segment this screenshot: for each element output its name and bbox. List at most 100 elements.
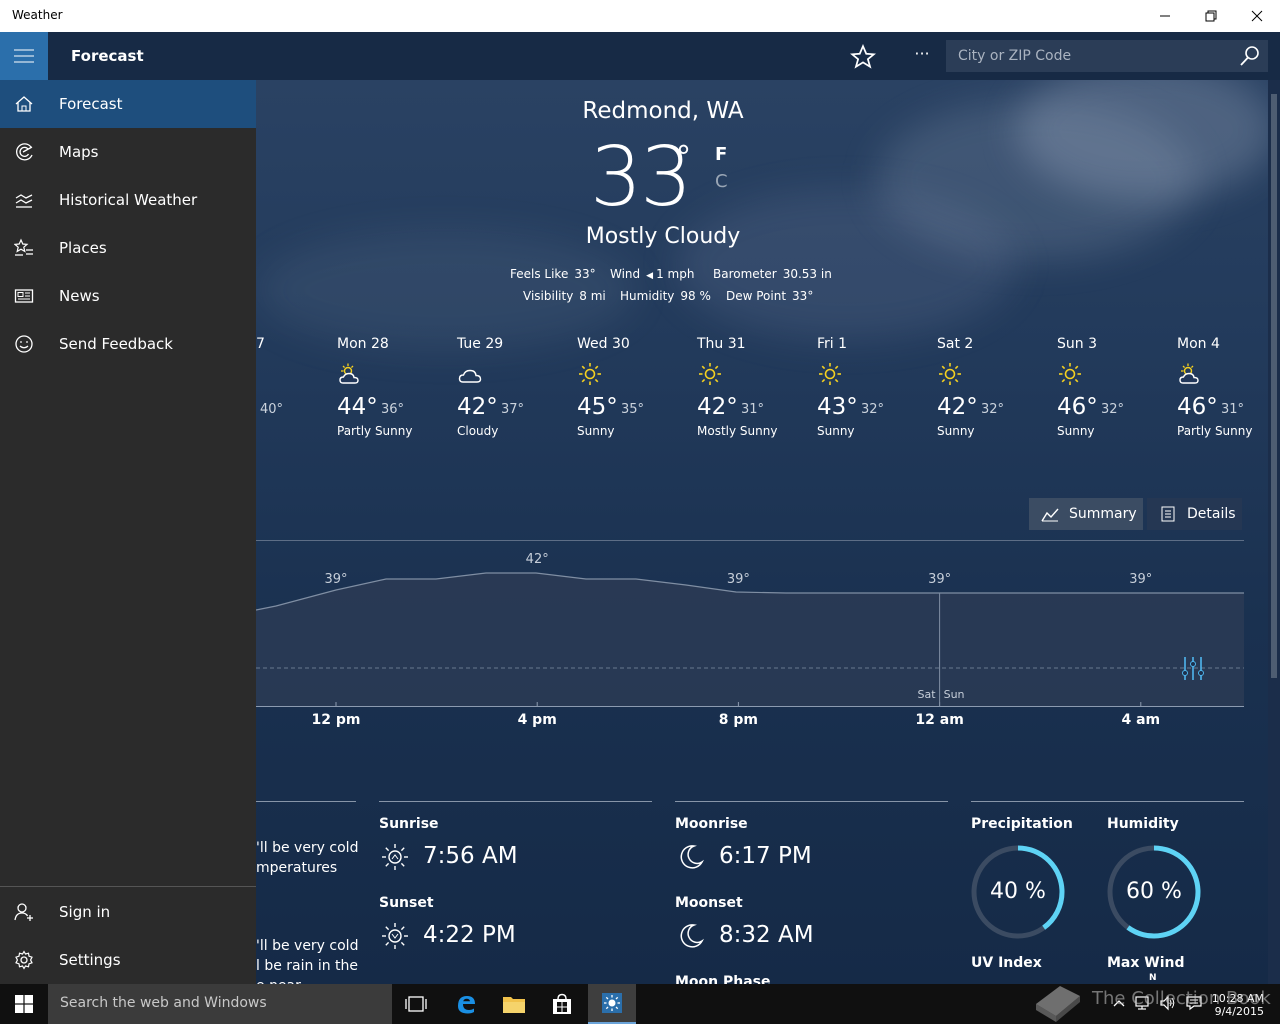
dew-point: Dew Point 33° [726,289,814,303]
hourly-temperature-chart[interactable]: 39° 42° 39° 39° 39° Sat Sun [256,540,1244,708]
forecast-day[interactable]: Wed 30 45° 35° Sunny [577,336,697,438]
degree-symbol: ° [676,140,691,175]
nav-item-historical-weather[interactable]: Historical Weather [0,176,256,224]
hour-label: 12 pm [311,712,361,728]
store-button[interactable] [538,984,586,1024]
search-icon[interactable] [1238,44,1262,68]
sunny-icon [699,363,721,385]
task-view-icon [405,996,427,1012]
nav-item-sign-in[interactable]: Sign in [0,888,256,936]
favorite-star-icon[interactable] [850,44,876,70]
summary-button[interactable]: Summary [1029,498,1143,530]
file-explorer-button[interactable] [490,984,538,1024]
close-button[interactable] [1234,0,1280,32]
forecast-day[interactable]: Thu 31 42° 31° Mostly Sunny [697,336,817,438]
details-button[interactable]: Details [1147,498,1242,530]
hour-label: 4 am [1121,712,1161,728]
nav-item-news[interactable]: News [0,272,256,320]
humidity-label: Humidity [1107,816,1179,832]
max-wind-label: Max Wind [1107,955,1185,971]
forecast-day[interactable]: Mon 4 46° 31° Partly Sunny [1177,336,1280,438]
nav-item-maps[interactable]: Maps [0,128,256,176]
moon-icon [680,924,705,948]
windows-logo-icon [15,995,33,1013]
restore-button[interactable] [1188,0,1234,32]
forecast-high: 42° [457,394,498,420]
app-bar: Forecast ··· City or ZIP Code [0,32,1280,80]
forecast-day[interactable]: Mon 28 44° 36° Partly Sunny [337,336,457,438]
wind: Wind ◀ 1 mph [610,267,695,281]
minimize-button[interactable] [1142,0,1188,32]
forecast-condition: Partly Sunny [337,424,413,438]
forecast-day-name: Wed 30 [577,336,630,352]
sunny-icon [939,363,961,385]
day-split-label: Sat [918,688,937,701]
edge-browser-icon [458,996,475,1014]
max-wind-direction: N [1149,973,1157,983]
nav-item-places[interactable]: Places [0,224,256,272]
forecast-day-name: Sun 3 [1057,336,1097,352]
task-view-button[interactable] [392,984,440,1024]
forecast-high: 46° [1177,394,1218,420]
home-icon [15,96,33,112]
forecast-day[interactable]: Fri 1 43° 32° Sunny [817,336,937,438]
weather-sun-icon [602,993,622,1013]
historical-chart-icon [15,194,33,208]
divider [971,801,1244,802]
forecast-high: 43° [817,394,858,420]
hamburger-icon [14,49,34,63]
forecast-day[interactable]: Sat 2 42° 32° Sunny [937,336,1057,438]
day-split-label: Sun [944,688,965,701]
sunrise-time: 7:56 AM [423,843,518,869]
more-options-button[interactable]: ··· [908,44,936,68]
store-bag-icon [553,993,571,1014]
forecast-low: 31° [1221,402,1245,417]
minimize-icon [1160,15,1170,17]
person-add-icon [14,903,33,921]
divider [379,801,652,802]
close-icon [1251,10,1263,22]
forecast-condition: Mostly Sunny [697,424,778,438]
moon-phase-label: Moon Phase [675,974,771,984]
sunny-icon [579,363,601,385]
forecast-condition: Sunny [577,424,615,438]
smiley-feedback-icon [15,335,33,353]
title-bar: Weather [0,0,1280,32]
forecast-high: 45° [577,394,618,420]
search-input[interactable]: City or ZIP Code [958,48,1071,64]
scrollbar-thumb[interactable] [1271,94,1277,678]
forecast-low: 32° [1101,402,1125,417]
forecast-day[interactable]: Sun 3 46° 32° Sunny [1057,336,1177,438]
unit-fahrenheit-toggle[interactable]: F [715,144,727,165]
forecast-day[interactable]: Tue 29 42° 37° Cloudy [457,336,577,438]
forecast-summary-text: 'll be very cold mperatures [256,840,359,876]
forecast-low: 35° [621,402,645,417]
nav-item-send-feedback[interactable]: Send Feedback [0,320,256,368]
hourly-temp-label: 39° [1129,572,1152,587]
sunny-icon [1059,363,1081,385]
scrollbar[interactable] [1268,80,1280,984]
start-button[interactable] [0,984,48,1024]
divider [256,801,356,802]
sunrise-label: Sunrise [379,816,439,832]
sunset-time: 4:22 PM [423,922,516,948]
hamburger-button[interactable] [0,32,48,80]
forecast-day-name: Tue 29 [457,336,504,352]
restore-icon [1205,10,1217,22]
location-name: Redmond, WA [582,98,744,124]
edge-browser-button[interactable] [442,984,490,1024]
uv-index-label: UV Index [971,955,1042,971]
taskbar-search-input[interactable]: Search the web and Windows [60,995,267,1011]
nav-item-forecast[interactable]: Forecast [0,80,256,128]
precipitation-label: Precipitation [971,816,1073,832]
forecast-day-name: Sat 2 [937,336,974,352]
forecast-day-name: Mon 4 [1177,336,1220,352]
search-box[interactable]: City or ZIP Code [946,40,1268,72]
chart-settings-icon[interactable] [1182,657,1204,680]
taskbar-search[interactable]: Search the web and Windows [48,984,392,1024]
weather-app-button[interactable] [588,984,636,1024]
unit-celsius-toggle[interactable]: C [715,171,728,192]
visibility: Visibility 8 mi [523,289,606,303]
forecast-low: 31° [741,402,765,417]
nav-item-settings[interactable]: Settings [0,936,256,984]
